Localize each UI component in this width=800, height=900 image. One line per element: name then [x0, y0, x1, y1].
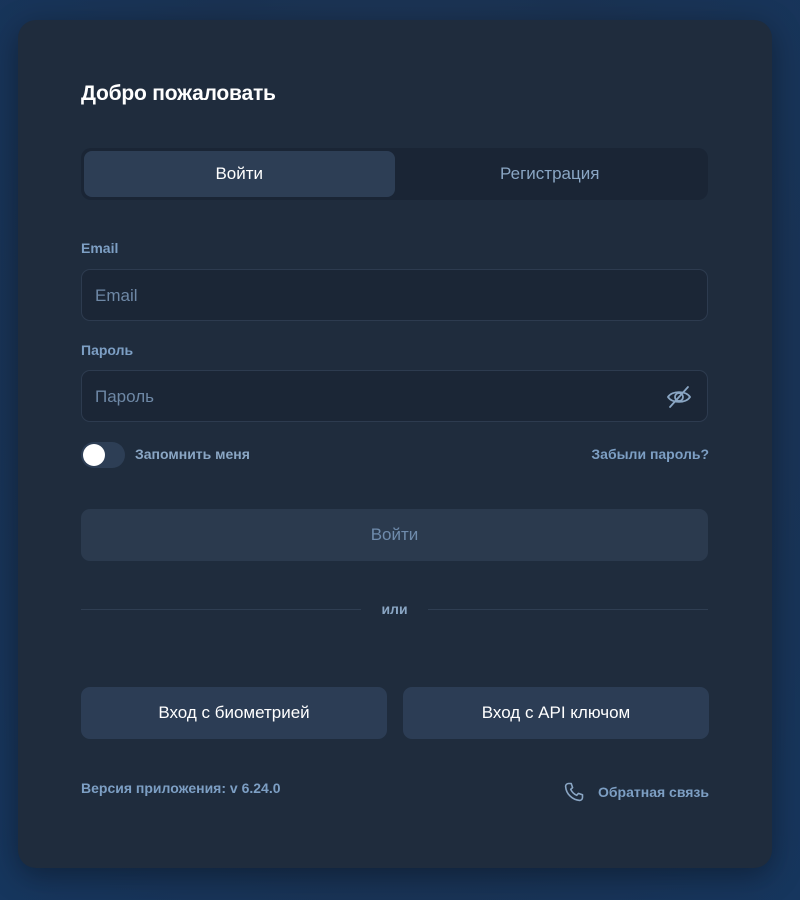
forgot-password-link[interactable]: Забыли пароль?	[591, 446, 709, 462]
auth-tabs: Войти Регистрация	[81, 148, 708, 200]
feedback-label: Обратная связь	[598, 784, 709, 800]
or-divider: или	[81, 600, 708, 620]
tab-login[interactable]: Войти	[84, 151, 395, 197]
remember-me-label: Запомнить меня	[135, 446, 250, 462]
login-card: Добро пожаловать Войти Регистрация Email…	[18, 20, 772, 868]
tab-register[interactable]: Регистрация	[395, 151, 706, 197]
app-version: Версия приложения: v 6.24.0	[81, 780, 281, 796]
api-key-login-button[interactable]: Вход с API ключом	[403, 687, 709, 739]
password-field-wrapper	[81, 370, 708, 423]
eye-off-icon[interactable]	[665, 383, 693, 411]
toggle-knob	[83, 444, 105, 466]
remember-me-toggle[interactable]	[81, 442, 125, 468]
divider-line-right	[428, 609, 708, 610]
password-field[interactable]	[93, 371, 657, 423]
page-title: Добро пожаловать	[81, 82, 276, 105]
phone-icon	[564, 782, 584, 802]
email-field[interactable]	[93, 270, 657, 322]
password-label: Пароль	[81, 342, 134, 358]
login-button[interactable]: Войти	[81, 509, 708, 561]
email-label: Email	[81, 240, 119, 256]
feedback-link[interactable]: Обратная связь	[562, 780, 709, 804]
email-field-wrapper	[81, 269, 708, 322]
biometric-login-button[interactable]: Вход с биометрией	[81, 687, 387, 739]
